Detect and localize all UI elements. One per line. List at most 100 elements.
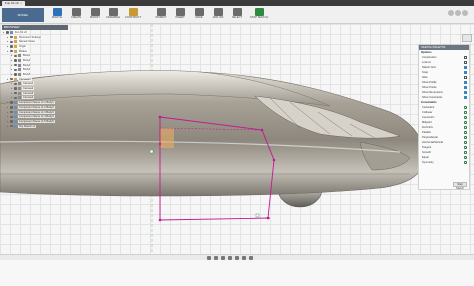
visibility-icon[interactable]: [10, 101, 13, 104]
visibility-icon[interactable]: [14, 73, 17, 76]
tool-inspect[interactable]: INSPECT: [152, 8, 170, 22]
checkbox-icon[interactable]: [464, 56, 467, 59]
tool-construct[interactable]: CONSTRUCT: [124, 8, 142, 22]
constraint-label: Horizontal/Vertical: [422, 141, 443, 144]
visibility-icon[interactable]: [14, 63, 17, 67]
visibility-icon[interactable]: [10, 40, 13, 43]
constraint-icon[interactable]: [464, 146, 467, 149]
account-controls[interactable]: [447, 10, 471, 19]
tool-sketch[interactable]: SKETCH: [48, 8, 66, 22]
option-label: Slice: [422, 76, 428, 79]
tool-modify[interactable]: MODIFY: [86, 8, 104, 22]
visibility-icon[interactable]: [10, 120, 13, 123]
visibility-icon[interactable]: [14, 96, 17, 100]
model-view[interactable]: [0, 24, 474, 254]
selected-face[interactable]: [160, 128, 174, 148]
option-label: Snap: [422, 71, 429, 74]
component-icon: [14, 110, 17, 114]
tool-label: INSPECT: [155, 16, 167, 19]
viewcube[interactable]: [462, 34, 472, 42]
browser-item[interactable]: ▸ Top Sketch v1: [2, 124, 68, 129]
checkbox-icon[interactable]: [464, 76, 467, 79]
constraint-icon[interactable]: [464, 141, 467, 144]
checkbox-icon[interactable]: [464, 71, 467, 74]
constraint-label: Symmetry: [422, 161, 434, 164]
tool-insert[interactable]: INSERT: [171, 8, 189, 22]
checkbox-icon[interactable]: [464, 81, 467, 84]
browser-item-label: Canvases: [18, 77, 32, 81]
browser-item-label: Body5: [22, 73, 32, 77]
visibility-icon[interactable]: [14, 92, 17, 95]
constraint-label: Smooth: [422, 151, 431, 154]
visibility-icon[interactable]: [6, 31, 9, 34]
body-icon: [18, 96, 21, 100]
tool-label: MAKE: [195, 16, 203, 19]
stop-sketch-button[interactable]: Stop Sketch: [453, 182, 467, 190]
body-icon: [18, 58, 21, 62]
folder-icon: [14, 49, 17, 53]
constraint-icon[interactable]: [464, 106, 467, 109]
workspace-switcher[interactable]: MODEL: [2, 8, 44, 22]
visibility-icon[interactable]: [10, 78, 13, 81]
visibility-icon[interactable]: [10, 124, 13, 128]
browser-item-label: Canvas4: [22, 96, 35, 100]
constraint-icon[interactable]: [464, 131, 467, 134]
help-icon[interactable]: [448, 10, 454, 16]
folder-icon: [14, 40, 17, 44]
visibility-icon[interactable]: [10, 45, 13, 48]
checkbox-icon[interactable]: [464, 66, 467, 69]
checkbox-icon[interactable]: [464, 96, 467, 99]
tool-make[interactable]: MAKE: [190, 8, 208, 22]
visibility-icon[interactable]: [14, 54, 17, 57]
constraint-icon[interactable]: [464, 156, 467, 159]
constraint-icon[interactable]: [464, 136, 467, 139]
body-icon: [18, 87, 21, 91]
option-label: Show Points: [422, 86, 437, 89]
user-avatar[interactable]: [462, 10, 468, 16]
constraint-icon[interactable]: [464, 161, 467, 164]
tool-select[interactable]: SELECT: [228, 8, 246, 22]
visibility-icon[interactable]: [14, 68, 17, 72]
checkbox-icon[interactable]: [464, 86, 467, 89]
tool-add-ins[interactable]: ADD-INS: [209, 8, 227, 22]
checkbox-icon[interactable]: [464, 91, 467, 94]
visibility-icon[interactable]: [14, 59, 17, 62]
tool-stop-sketch[interactable]: STOP SKETCH: [250, 8, 268, 22]
visibility-icon[interactable]: [10, 35, 13, 39]
notifications-icon[interactable]: [455, 10, 461, 16]
close-icon[interactable]: ×: [21, 1, 23, 5]
tool-create[interactable]: CREATE: [67, 8, 85, 22]
constraint-icon[interactable]: [464, 121, 467, 124]
constraint-icon[interactable]: [464, 126, 467, 129]
browser-item-label: Named Views: [18, 40, 36, 44]
constraint-icon[interactable]: [464, 116, 467, 119]
stop-sketch-icon: [254, 8, 264, 16]
checkbox-icon[interactable]: [464, 61, 467, 64]
construct-icon: [128, 8, 138, 16]
select-icon: [232, 8, 242, 16]
visibility-icon[interactable]: [14, 82, 17, 86]
browser-item-label: Document Settings: [18, 35, 42, 39]
constraint-label: Perpendicular: [422, 136, 439, 139]
body-icon: [18, 63, 21, 67]
canvas-viewport[interactable]: [0, 24, 474, 254]
tool-assemble[interactable]: ASSEMBLE: [104, 8, 122, 22]
component-icon: [14, 105, 17, 109]
visibility-icon[interactable]: [10, 106, 13, 109]
component-icon: [10, 30, 13, 34]
body-icon: [18, 91, 21, 95]
constraint-row[interactable]: Symmetry: [419, 160, 469, 165]
constraint-icon[interactable]: [464, 151, 467, 154]
option-label: Look At: [422, 61, 431, 64]
add-ins-icon: [213, 8, 223, 16]
constraint-label: Midpoint: [422, 121, 432, 124]
constraint-icon[interactable]: [464, 111, 467, 114]
browser-item-label: Body4: [22, 68, 32, 72]
visibility-icon[interactable]: [10, 115, 13, 118]
visibility-icon[interactable]: [10, 49, 13, 53]
visibility-icon[interactable]: [14, 87, 17, 90]
visibility-icon[interactable]: [10, 110, 13, 114]
tool-label: ADD-INS: [212, 16, 224, 19]
inspect-icon: [156, 8, 166, 16]
browser-panel: BROWSER ▸ Fun Kit v9 ▸ Document Settings ▸ Na…: [2, 25, 68, 128]
